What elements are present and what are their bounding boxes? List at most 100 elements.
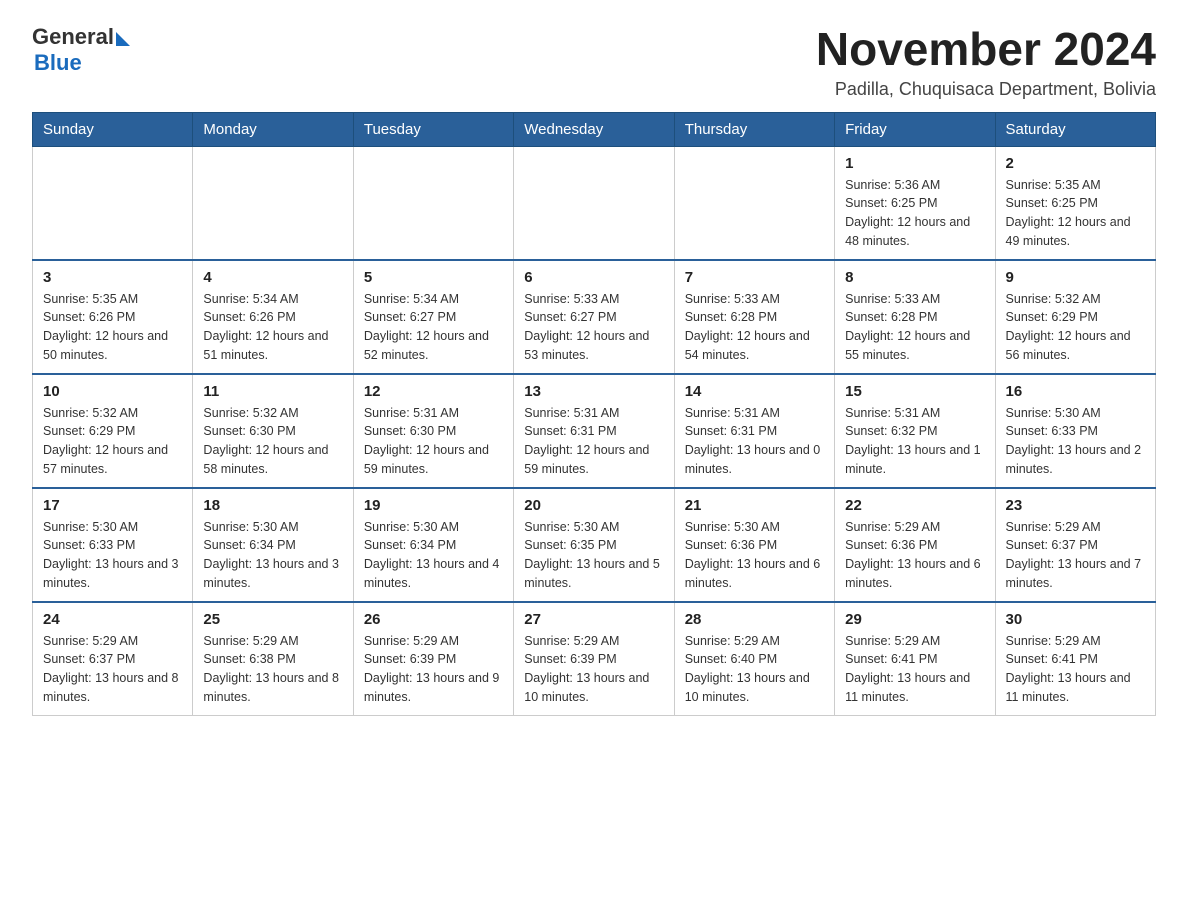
calendar-cell: 9Sunrise: 5:32 AM Sunset: 6:29 PM Daylig… <box>995 260 1155 374</box>
header-thursday: Thursday <box>674 112 834 146</box>
calendar-cell <box>33 146 193 260</box>
cell-sun-info: Sunrise: 5:30 AM Sunset: 6:33 PM Dayligh… <box>43 518 182 593</box>
cell-sun-info: Sunrise: 5:29 AM Sunset: 6:36 PM Dayligh… <box>845 518 984 593</box>
calendar-cell: 26 Sunrise: 5:29 AM Sunset: 6:39 PM Dayli… <box>353 602 513 716</box>
cell-sun-info: Sunrise: 5:30 AM Sunset: 6:34 PM Dayligh… <box>364 518 503 593</box>
cell-day-number: 17 <box>43 497 182 514</box>
cell-day-number: 1 <box>845 155 984 172</box>
calendar-table: SundayMondayTuesdayWednesdayThursdayFrid… <box>32 112 1156 716</box>
cell-day-number: 21 <box>685 497 824 514</box>
cell-day-number: 8 <box>845 269 984 286</box>
cell-day-number: 9 <box>1006 269 1145 286</box>
cell-day-number: 13 <box>524 383 663 400</box>
cell-sun-info: Sunrise: 5:35 AM Sunset: 6:26 PM Dayligh… <box>43 290 182 365</box>
cell-sun-info: Sunrise: 5:32 AM Sunset: 6:30 PM Dayligh… <box>203 404 342 479</box>
calendar-week-1: 1Sunrise: 5:36 AM Sunset: 6:25 PM Daylig… <box>33 146 1156 260</box>
cell-day-number: 29 <box>845 611 984 628</box>
cell-day-number: 24 <box>43 611 182 628</box>
cell-sun-info: Sunrise: 5:30 AM Sunset: 6:34 PM Dayligh… <box>203 518 342 593</box>
cell-day-number: 6 <box>524 269 663 286</box>
cell-day-number: 23 <box>1006 497 1145 514</box>
cell-day-number: 4 <box>203 269 342 286</box>
cell-sun-info: Sunrise: 5:33 AM Sunset: 6:27 PM Dayligh… <box>524 290 663 365</box>
calendar-cell: 29 Sunrise: 5:29 AM Sunset: 6:41 PM Dayli… <box>835 602 995 716</box>
page-header: General Blue November 2024 Padilla, Chuq… <box>32 24 1156 100</box>
cell-sun-info: Sunrise: 5:30 AM Sunset: 6:36 PM Dayligh… <box>685 518 824 593</box>
cell-sun-info: Sunrise: 5:29 AM Sunset: 6:41 PM Dayligh… <box>845 632 984 707</box>
cell-day-number: 7 <box>685 269 824 286</box>
cell-sun-info: Sunrise: 5:29 AM Sunset: 6:37 PM Dayligh… <box>1006 518 1145 593</box>
calendar-cell: 18 Sunrise: 5:30 AM Sunset: 6:34 PM Dayli… <box>193 488 353 602</box>
header-friday: Friday <box>835 112 995 146</box>
cell-sun-info: Sunrise: 5:35 AM Sunset: 6:25 PM Dayligh… <box>1006 176 1145 251</box>
calendar-cell: 12 Sunrise: 5:31 AM Sunset: 6:30 PM Dayli… <box>353 374 513 488</box>
cell-day-number: 22 <box>845 497 984 514</box>
cell-day-number: 11 <box>203 383 342 400</box>
calendar-week-2: 3 Sunrise: 5:35 AM Sunset: 6:26 PM Daylig… <box>33 260 1156 374</box>
cell-sun-info: Sunrise: 5:33 AM Sunset: 6:28 PM Dayligh… <box>845 290 984 365</box>
cell-sun-info: Sunrise: 5:34 AM Sunset: 6:26 PM Dayligh… <box>203 290 342 365</box>
cell-sun-info: Sunrise: 5:31 AM Sunset: 6:30 PM Dayligh… <box>364 404 503 479</box>
cell-day-number: 5 <box>364 269 503 286</box>
calendar-cell: 27Sunrise: 5:29 AM Sunset: 6:39 PM Dayli… <box>514 602 674 716</box>
calendar-cell: 22 Sunrise: 5:29 AM Sunset: 6:36 PM Dayli… <box>835 488 995 602</box>
cell-day-number: 28 <box>685 611 824 628</box>
calendar-cell: 23 Sunrise: 5:29 AM Sunset: 6:37 PM Dayli… <box>995 488 1155 602</box>
calendar-week-3: 10Sunrise: 5:32 AM Sunset: 6:29 PM Dayli… <box>33 374 1156 488</box>
calendar-cell: 20 Sunrise: 5:30 AM Sunset: 6:35 PM Dayli… <box>514 488 674 602</box>
calendar-cell: 19 Sunrise: 5:30 AM Sunset: 6:34 PM Dayli… <box>353 488 513 602</box>
cell-day-number: 2 <box>1006 155 1145 172</box>
calendar-cell <box>193 146 353 260</box>
cell-sun-info: Sunrise: 5:30 AM Sunset: 6:33 PM Dayligh… <box>1006 404 1145 479</box>
calendar-cell: 14 Sunrise: 5:31 AM Sunset: 6:31 PM Dayli… <box>674 374 834 488</box>
calendar-cell: 10Sunrise: 5:32 AM Sunset: 6:29 PM Dayli… <box>33 374 193 488</box>
cell-day-number: 18 <box>203 497 342 514</box>
calendar-cell: 3 Sunrise: 5:35 AM Sunset: 6:26 PM Daylig… <box>33 260 193 374</box>
cell-sun-info: Sunrise: 5:29 AM Sunset: 6:37 PM Dayligh… <box>43 632 182 707</box>
cell-day-number: 26 <box>364 611 503 628</box>
calendar-cell: 1Sunrise: 5:36 AM Sunset: 6:25 PM Daylig… <box>835 146 995 260</box>
calendar-cell: 24 Sunrise: 5:29 AM Sunset: 6:37 PM Dayli… <box>33 602 193 716</box>
calendar-cell: 16Sunrise: 5:30 AM Sunset: 6:33 PM Dayli… <box>995 374 1155 488</box>
cell-day-number: 10 <box>43 383 182 400</box>
cell-sun-info: Sunrise: 5:29 AM Sunset: 6:39 PM Dayligh… <box>524 632 663 707</box>
calendar-cell <box>353 146 513 260</box>
cell-day-number: 30 <box>1006 611 1145 628</box>
cell-sun-info: Sunrise: 5:29 AM Sunset: 6:39 PM Dayligh… <box>364 632 503 707</box>
calendar-week-4: 17 Sunrise: 5:30 AM Sunset: 6:33 PM Dayli… <box>33 488 1156 602</box>
calendar-cell: 28Sunrise: 5:29 AM Sunset: 6:40 PM Dayli… <box>674 602 834 716</box>
calendar-cell <box>674 146 834 260</box>
cell-sun-info: Sunrise: 5:33 AM Sunset: 6:28 PM Dayligh… <box>685 290 824 365</box>
header-tuesday: Tuesday <box>353 112 513 146</box>
calendar-cell: 5 Sunrise: 5:34 AM Sunset: 6:27 PM Daylig… <box>353 260 513 374</box>
calendar-cell: 7 Sunrise: 5:33 AM Sunset: 6:28 PM Daylig… <box>674 260 834 374</box>
calendar-cell: 17 Sunrise: 5:30 AM Sunset: 6:33 PM Dayli… <box>33 488 193 602</box>
calendar-cell: 4 Sunrise: 5:34 AM Sunset: 6:26 PM Daylig… <box>193 260 353 374</box>
header-wednesday: Wednesday <box>514 112 674 146</box>
header-saturday: Saturday <box>995 112 1155 146</box>
cell-sun-info: Sunrise: 5:31 AM Sunset: 6:31 PM Dayligh… <box>685 404 824 479</box>
cell-day-number: 19 <box>364 497 503 514</box>
logo: General Blue <box>32 24 130 76</box>
calendar-header-row: SundayMondayTuesdayWednesdayThursdayFrid… <box>33 112 1156 146</box>
calendar-cell: 8 Sunrise: 5:33 AM Sunset: 6:28 PM Daylig… <box>835 260 995 374</box>
calendar-cell: 13Sunrise: 5:31 AM Sunset: 6:31 PM Dayli… <box>514 374 674 488</box>
calendar-cell <box>514 146 674 260</box>
cell-sun-info: Sunrise: 5:34 AM Sunset: 6:27 PM Dayligh… <box>364 290 503 365</box>
calendar-title: November 2024 <box>816 24 1156 75</box>
cell-day-number: 25 <box>203 611 342 628</box>
cell-day-number: 12 <box>364 383 503 400</box>
calendar-cell: 21 Sunrise: 5:30 AM Sunset: 6:36 PM Dayli… <box>674 488 834 602</box>
cell-day-number: 14 <box>685 383 824 400</box>
header-sunday: Sunday <box>33 112 193 146</box>
cell-day-number: 20 <box>524 497 663 514</box>
calendar-cell: 25Sunrise: 5:29 AM Sunset: 6:38 PM Dayli… <box>193 602 353 716</box>
logo-blue: Blue <box>34 50 130 76</box>
logo-general: General <box>32 24 114 50</box>
calendar-cell: 11 Sunrise: 5:32 AM Sunset: 6:30 PM Dayli… <box>193 374 353 488</box>
cell-sun-info: Sunrise: 5:31 AM Sunset: 6:32 PM Dayligh… <box>845 404 984 479</box>
header-monday: Monday <box>193 112 353 146</box>
calendar-cell: 2 Sunrise: 5:35 AM Sunset: 6:25 PM Daylig… <box>995 146 1155 260</box>
cell-sun-info: Sunrise: 5:30 AM Sunset: 6:35 PM Dayligh… <box>524 518 663 593</box>
cell-day-number: 3 <box>43 269 182 286</box>
